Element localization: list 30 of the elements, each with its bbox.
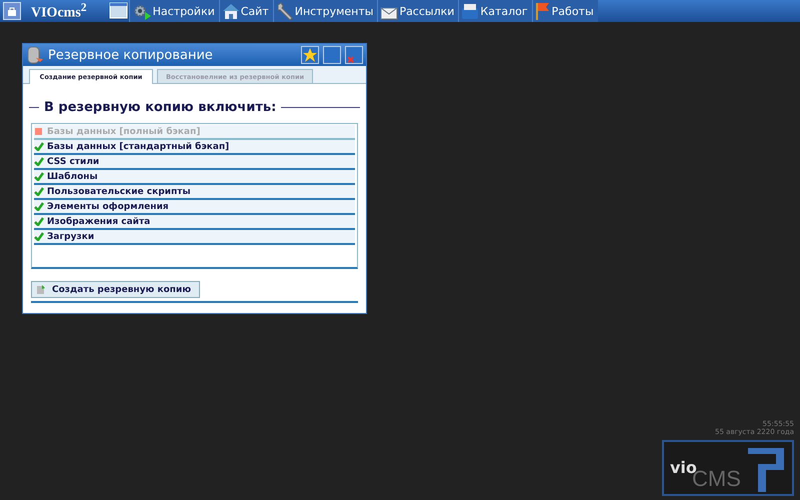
- option-row[interactable]: Базы данных [стандартный бэкап]: [34, 140, 355, 155]
- minimize-button[interactable]: [323, 46, 341, 64]
- house-icon: [222, 2, 240, 20]
- app-logo: VIOcms$^{2}$: [31, 0, 87, 22]
- window-title: Резервное копирование: [48, 48, 214, 62]
- box-icon: [461, 2, 480, 20]
- flag-icon: [534, 2, 551, 20]
- option-row[interactable]: Пользовательские скрипты: [34, 185, 355, 200]
- option-row[interactable]: CSS стили: [34, 155, 355, 170]
- lock-icon[interactable]: [3, 2, 21, 20]
- option-row[interactable]: Элементы оформления: [34, 200, 355, 215]
- database-icon: [26, 45, 44, 65]
- wrench-icon: [276, 2, 294, 20]
- document-icon: [36, 284, 46, 295]
- menu-item[interactable]: Инструменты: [272, 0, 378, 22]
- menu-item[interactable]: Каталог: [458, 0, 532, 22]
- create-backup-button[interactable]: Создать резревную копию: [31, 281, 200, 298]
- gear-icon: [132, 2, 152, 20]
- close-button[interactable]: [345, 46, 363, 64]
- option-row[interactable]: Изображения сайта: [34, 215, 355, 230]
- menu-item[interactable]: Рассылки: [377, 0, 458, 22]
- option-row[interactable]: Шаблоны: [34, 170, 355, 185]
- option-row[interactable]: Загрузки: [34, 230, 355, 245]
- favorite-button[interactable]: [301, 46, 319, 64]
- menu-item[interactable]: Настройки: [128, 0, 219, 22]
- close-icon: [347, 56, 354, 63]
- section-heading: В резервную копию включить:: [44, 100, 276, 115]
- menu-item[interactable]: Работы: [532, 0, 598, 22]
- menu-item[interactable]: Сайт: [218, 0, 273, 22]
- windows-icon[interactable]: [108, 2, 129, 20]
